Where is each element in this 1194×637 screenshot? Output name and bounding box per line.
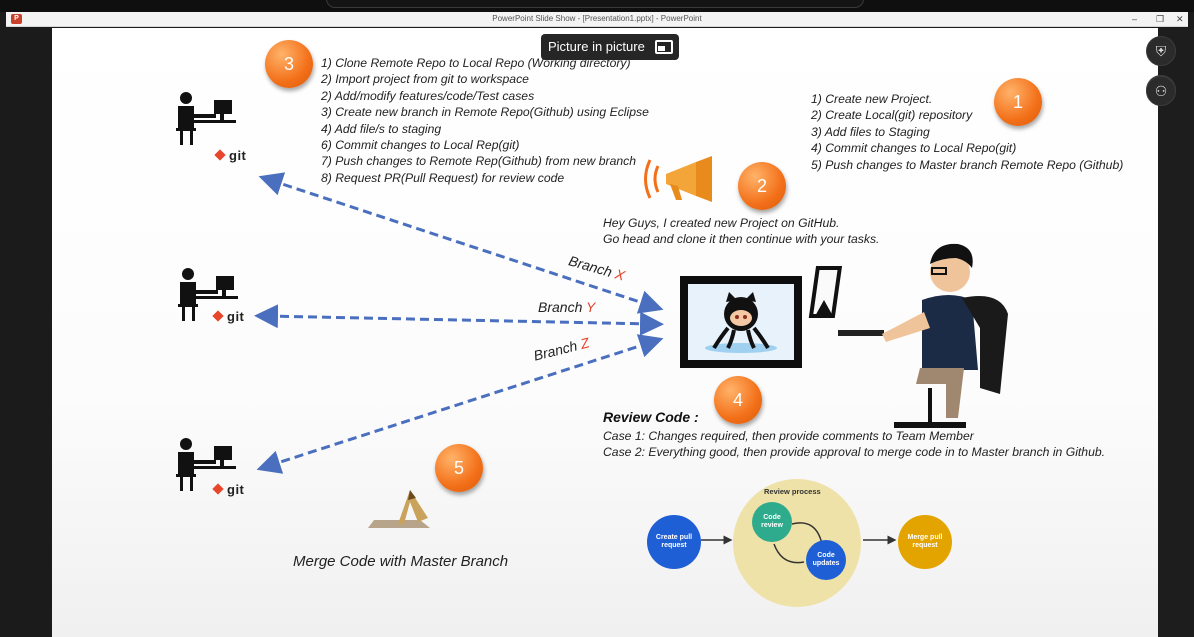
git-icon (212, 310, 224, 322)
window-title: PowerPoint Slide Show - [Presentation1.p… (492, 14, 702, 23)
branch-x-arrow (258, 172, 664, 314)
merge-code-text: Merge Code with Master Branch (293, 553, 509, 570)
step-badge-5: 5 (435, 444, 483, 492)
restore-icon[interactable]: ❐ (1156, 14, 1164, 24)
github-monitor (680, 276, 802, 368)
branch-y-arrow (254, 304, 664, 336)
megaphone-icon (644, 156, 712, 202)
review-code-title: Review Code : (603, 409, 699, 425)
git-logo-1: git (214, 148, 246, 163)
git-logo-2: git (212, 309, 244, 324)
picture-in-picture-button[interactable]: Picture in picture (541, 34, 679, 60)
merge-pull-request-node: Merge pull request (898, 515, 952, 569)
developer-figure-1 (176, 92, 236, 145)
step-badge-3: 3 (265, 40, 313, 88)
code-updates-node: Code updates (806, 540, 846, 580)
lead-steps: 1) Create new Project. 2) Create Local(g… (811, 92, 1124, 172)
review-cases: Case 1: Changes required, then provide c… (603, 429, 1106, 460)
branch-y-label: Branch Y (538, 299, 596, 315)
git-logo-3: git (212, 482, 244, 497)
github-screen (688, 284, 794, 360)
merge-pen-icon (368, 490, 430, 528)
close-icon[interactable]: ✕ (1176, 14, 1184, 24)
developer-at-computer-illustration (808, 243, 1008, 428)
git-icon (212, 483, 224, 495)
code-review-node: Code review (752, 502, 792, 542)
minimize-icon[interactable]: – (1132, 14, 1137, 24)
create-pull-request-node: Create pull request (647, 515, 701, 569)
side-panel (1158, 28, 1194, 637)
team-member-steps: 1) Clone Remote Repo to Local Repo (Work… (321, 56, 649, 185)
octocat-icon (705, 292, 777, 353)
pip-label: Picture in picture (548, 39, 645, 54)
window-titlebar: P PowerPoint Slide Show - [Presentation1… (6, 12, 1188, 27)
announcement-text: Hey Guys, I created new Project on GitHu… (603, 216, 880, 247)
user-add-icon[interactable]: ⚇ (1146, 76, 1176, 106)
picture-in-picture-icon (654, 40, 673, 54)
browser-top-strip (0, 0, 1194, 12)
git-icon (214, 149, 226, 161)
shield-icon[interactable]: ⛨ (1146, 36, 1176, 66)
step-badge-4: 4 (714, 376, 762, 424)
slide-canvas: 3 1 2 4 5 1) Clone Remote Repo to Local … (52, 28, 1158, 637)
address-pill (326, 0, 864, 8)
review-process-title: Review process (764, 487, 821, 496)
step-badge-2: 2 (738, 162, 786, 210)
review-process-bg (733, 479, 861, 607)
